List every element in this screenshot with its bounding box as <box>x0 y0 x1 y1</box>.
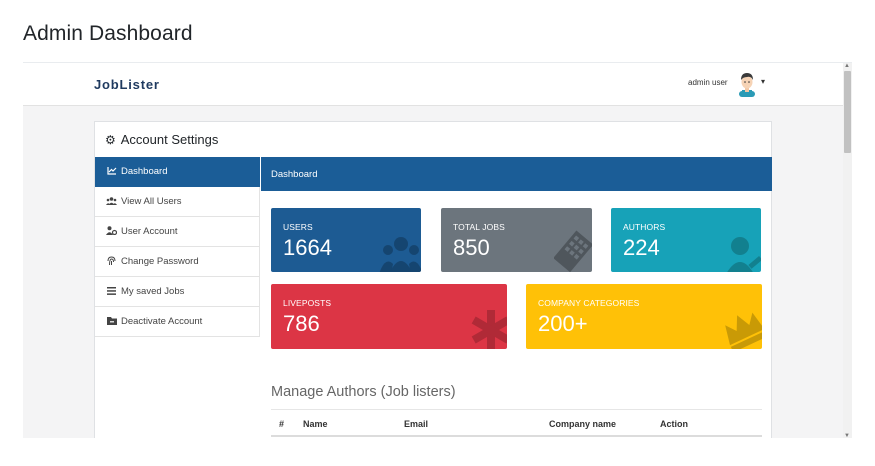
dashboard-panel: Dashboard USERS 1664 TOTAL JOBS 850 AUTH… <box>261 157 772 438</box>
page-title: Admin Dashboard <box>23 22 193 45</box>
stat-label: TOTAL JOBS <box>453 222 505 232</box>
sidebar-item-dashboard[interactable]: Dashboard <box>95 157 260 187</box>
stat-value: 850 <box>453 235 490 260</box>
sidebar-item-label: My saved Jobs <box>121 286 185 297</box>
user-menu-caret-icon[interactable]: ▾ <box>761 77 765 86</box>
stat-value: 1664 <box>283 235 332 260</box>
fingerprint-icon <box>106 255 117 268</box>
company-categories-stat-card[interactable]: COMPANY CATEGORIES 200+ <box>526 284 762 349</box>
stat-value: 200+ <box>538 311 588 336</box>
authors-table-header: # Name Email Company name Action <box>271 409 762 437</box>
table-header-index: # <box>279 419 285 429</box>
stat-value: 224 <box>623 235 660 260</box>
stat-value: 786 <box>283 311 320 336</box>
account-settings-title: Account Settings <box>120 132 219 147</box>
folder-minus-icon <box>106 316 117 327</box>
list-icon <box>106 286 117 297</box>
sidebar-item-view-all-users[interactable]: View All Users <box>95 187 260 217</box>
dashboard-header: Dashboard <box>261 157 772 191</box>
table-header-company: Company name <box>549 419 617 429</box>
browser-frame: JobLister admin user ▾ ▲ ▼ ⚙ Account Set… <box>23 62 852 438</box>
sidebar-item-user-account[interactable]: User Account <box>95 217 260 247</box>
account-settings-card: ⚙ Account Settings Dashboard View All Us… <box>94 121 772 438</box>
user-cog-icon <box>106 226 118 237</box>
sidebar-item-my-saved-jobs[interactable]: My saved Jobs <box>95 277 260 307</box>
users-icon <box>379 237 421 272</box>
user-edit-icon <box>727 237 761 272</box>
table-header-email: Email <box>404 419 429 429</box>
scroll-up-arrow-icon[interactable]: ▲ <box>844 63 850 69</box>
sidebar-item-change-password[interactable]: Change Password <box>95 247 260 277</box>
stat-label: COMPANY CATEGORIES <box>538 298 640 308</box>
asterisk-icon <box>471 310 507 349</box>
sidebar-item-label: Change Password <box>121 256 199 267</box>
users-stat-card[interactable]: USERS 1664 <box>271 208 421 272</box>
liveposts-stat-card[interactable]: LIVEPOSTS 786 <box>271 284 507 349</box>
sidebar-item-label: Deactivate Account <box>121 316 203 327</box>
gear-icon: ⚙ <box>105 132 116 147</box>
brand-logo[interactable]: JobLister <box>94 77 160 92</box>
total-jobs-stat-card[interactable]: TOTAL JOBS 850 <box>441 208 592 272</box>
building-icon <box>554 230 592 272</box>
scroll-down-arrow-icon[interactable]: ▼ <box>844 433 850 438</box>
table-header-name: Name <box>303 419 328 429</box>
user-name[interactable]: admin user <box>688 78 728 87</box>
crown-icon <box>725 312 762 349</box>
sidebar-item-label: Dashboard <box>121 166 168 177</box>
users-icon <box>106 196 117 207</box>
scroll-thumb[interactable] <box>844 71 851 153</box>
top-navbar: JobLister admin user ▾ <box>23 63 843 106</box>
stat-label: USERS <box>283 222 313 232</box>
sidebar-item-label: User Account <box>121 226 178 237</box>
sidebar-item-deactivate-account[interactable]: Deactivate Account <box>95 307 260 337</box>
stat-label: AUTHORS <box>623 222 666 232</box>
table-header-action: Action <box>660 419 688 429</box>
page-scrollbar[interactable]: ▲ ▼ <box>843 63 852 438</box>
account-settings-heading: ⚙ Account Settings <box>105 132 218 147</box>
manage-authors-title: Manage Authors (Job listers) <box>271 384 456 400</box>
sidebar-item-label: View All Users <box>121 196 182 207</box>
settings-sidebar: Dashboard View All Users User Account Ch… <box>95 157 260 337</box>
chart-line-icon <box>106 166 117 177</box>
authors-stat-card[interactable]: AUTHORS 224 <box>611 208 761 272</box>
user-avatar-icon[interactable] <box>736 71 758 97</box>
stat-label: LIVEPOSTS <box>283 298 332 308</box>
